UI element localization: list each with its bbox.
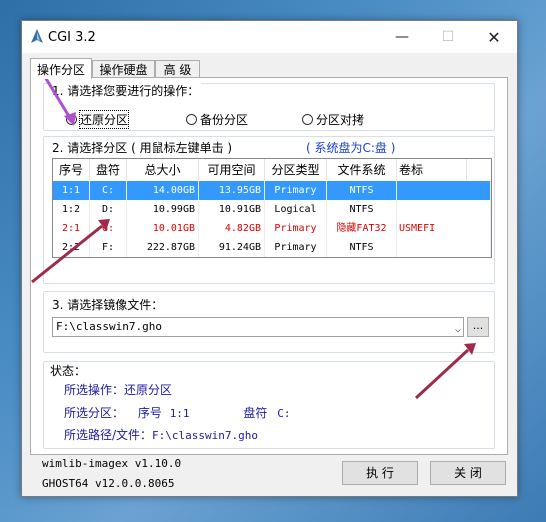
close-button[interactable]: 关 闭: [430, 461, 506, 485]
radio-restore[interactable]: 还原分区: [66, 110, 130, 129]
cell-total: 10.01GB: [127, 219, 199, 238]
main-window: CGI 3.2 — ☐ ✕ 操作分区 操作硬盘 高 级 1. 请选择您要进行的操…: [21, 20, 518, 497]
chevron-down-icon[interactable]: ⌵: [455, 321, 461, 339]
status-partition: 所选分区： 序号 1:1 盘符 C:: [64, 404, 290, 421]
operation-group: 1. 请选择您要进行的操作： 还原分区 备份分区 分区对拷: [43, 82, 495, 131]
status-title: 状态：: [50, 364, 87, 378]
table-header: 序号 盘符 总大小 可用空间 分区类型 文件系统 卷标: [53, 159, 491, 181]
column-header[interactable]: 可用空间: [199, 159, 265, 181]
status-operation-label: 所选操作：: [64, 383, 125, 397]
cell-id: 2:1: [53, 219, 90, 238]
status-group: 状态： 所选操作：还原分区 所选分区： 序号 1:1 盘符 C: 所选路径/文件…: [43, 361, 495, 449]
column-header[interactable]: 卷标: [397, 159, 467, 181]
title-bar[interactable]: CGI 3.2 — ☐ ✕: [22, 21, 517, 53]
status-partition-no: 1:1: [169, 407, 190, 420]
browse-button[interactable]: ...: [467, 317, 489, 337]
status-operation: 所选操作：还原分区: [64, 381, 172, 398]
cell-total: 222.87GB: [127, 238, 199, 257]
image-path-value: F:\classwin7.gho: [56, 320, 162, 333]
minimize-button[interactable]: —: [379, 21, 425, 53]
window-title: CGI 3.2: [48, 30, 96, 45]
cell-fs: NTFS: [327, 181, 397, 200]
partition-group: 2. 请选择分区 ( 用鼠标左键单击 ) ( 系统盘为C:盘 ) 序号 盘符 总…: [43, 136, 495, 284]
ghost-version: GHOST64 v12.0.0.8065: [42, 477, 175, 490]
cell-fs: NTFS: [327, 238, 397, 257]
status-path: 所选路径/文件：F:\classwin7.gho: [64, 426, 258, 443]
cell-free: 13.95GB: [199, 181, 265, 200]
table-row[interactable]: 1:1 C: 14.00GB 13.95GB Primary NTFS: [53, 181, 491, 200]
status-path-value: F:\classwin7.gho: [152, 429, 259, 442]
table-row[interactable]: 2:2 F: 222.87GB 91.24GB Primary NTFS: [53, 238, 491, 257]
radio-backup-label: 备份分区: [200, 113, 249, 127]
cell-type: Primary: [265, 181, 327, 200]
partition-table[interactable]: 序号 盘符 总大小 可用空间 分区类型 文件系统 卷标 1:1 C: 14.00…: [52, 158, 492, 258]
tab-panel: 1. 请选择您要进行的操作： 还原分区 备份分区 分区对拷 2. 请选择分区 (…: [30, 77, 508, 455]
radio-button-icon: [186, 114, 197, 125]
status-partition-label: 所选分区：: [64, 406, 125, 420]
radio-copy-label: 分区对拷: [316, 113, 365, 127]
cell-label: [397, 181, 491, 200]
radio-restore-label: 还原分区: [78, 110, 130, 129]
partition-group-label: 2. 请选择分区 ( 用鼠标左键单击 ): [50, 139, 235, 156]
status-drive-label: 盘符: [243, 406, 268, 420]
maximize-icon: ☐: [441, 29, 455, 45]
cell-free: 10.91GB: [199, 200, 265, 219]
image-file-label: 3. 请选择镜像文件：: [50, 296, 166, 313]
operation-group-label: 1. 请选择您要进行的操作：: [50, 82, 202, 99]
cell-free: 4.82GB: [199, 219, 265, 238]
tab-partition[interactable]: 操作分区: [30, 58, 92, 79]
close-window-button[interactable]: ✕: [471, 21, 517, 53]
system-disk-note: ( 系统盘为C:盘 ): [306, 141, 396, 155]
cell-type: Logical: [265, 200, 327, 219]
wimlib-version: wimlib-imagex v1.10.0: [42, 457, 182, 470]
status-partition-no-label: 序号: [137, 406, 162, 420]
cell-id: 2:2: [53, 238, 90, 257]
radio-backup[interactable]: 备份分区: [186, 111, 248, 128]
cell-label: [397, 200, 491, 219]
cell-type: Primary: [265, 238, 327, 257]
image-file-group: 3. 请选择镜像文件： F:\classwin7.gho ⌵ ...: [43, 291, 495, 353]
cell-total: 10.99GB: [127, 200, 199, 219]
column-header[interactable]: 分区类型: [265, 159, 327, 181]
cell-drive: F:: [90, 238, 127, 257]
cell-drive: D:: [90, 200, 127, 219]
column-header[interactable]: 文件系统: [327, 159, 397, 181]
image-path-combo[interactable]: F:\classwin7.gho ⌵: [52, 317, 464, 337]
radio-copy[interactable]: 分区对拷: [302, 111, 364, 128]
cell-drive: C:: [90, 181, 127, 200]
table-row[interactable]: 1:2 D: 10.99GB 10.91GB Logical NTFS: [53, 200, 491, 219]
maximize-button[interactable]: ☐: [425, 21, 471, 53]
status-drive-value: C:: [277, 407, 291, 420]
tab-disk[interactable]: 操作硬盘: [92, 60, 155, 78]
cell-fs: 隐藏FAT32: [327, 219, 397, 238]
column-header[interactable]: 盘符: [90, 159, 127, 181]
cell-id: 1:2: [53, 200, 90, 219]
table-row[interactable]: 2:1 G: 10.01GB 4.82GB Primary 隐藏FAT32 US…: [53, 219, 491, 238]
close-icon: ✕: [487, 27, 501, 47]
cell-type: Primary: [265, 219, 327, 238]
radio-button-icon: [302, 114, 313, 125]
cell-drive: G:: [90, 219, 127, 238]
app-icon: [31, 29, 43, 43]
cell-id: 1:1: [53, 181, 90, 200]
cell-label: USMEFI: [397, 219, 491, 238]
cell-fs: NTFS: [327, 200, 397, 219]
minimize-icon: —: [395, 29, 409, 45]
execute-button[interactable]: 执 行: [342, 461, 418, 485]
tab-advanced[interactable]: 高 级: [155, 60, 200, 78]
cell-label: [397, 238, 491, 257]
column-header[interactable]: 总大小: [127, 159, 199, 181]
status-path-label: 所选路径/文件：: [64, 428, 153, 442]
cell-free: 91.24GB: [199, 238, 265, 257]
cell-total: 14.00GB: [127, 181, 199, 200]
radio-button-icon: [66, 114, 77, 125]
column-header[interactable]: 序号: [53, 159, 90, 181]
status-operation-value: 还原分区: [124, 383, 173, 397]
